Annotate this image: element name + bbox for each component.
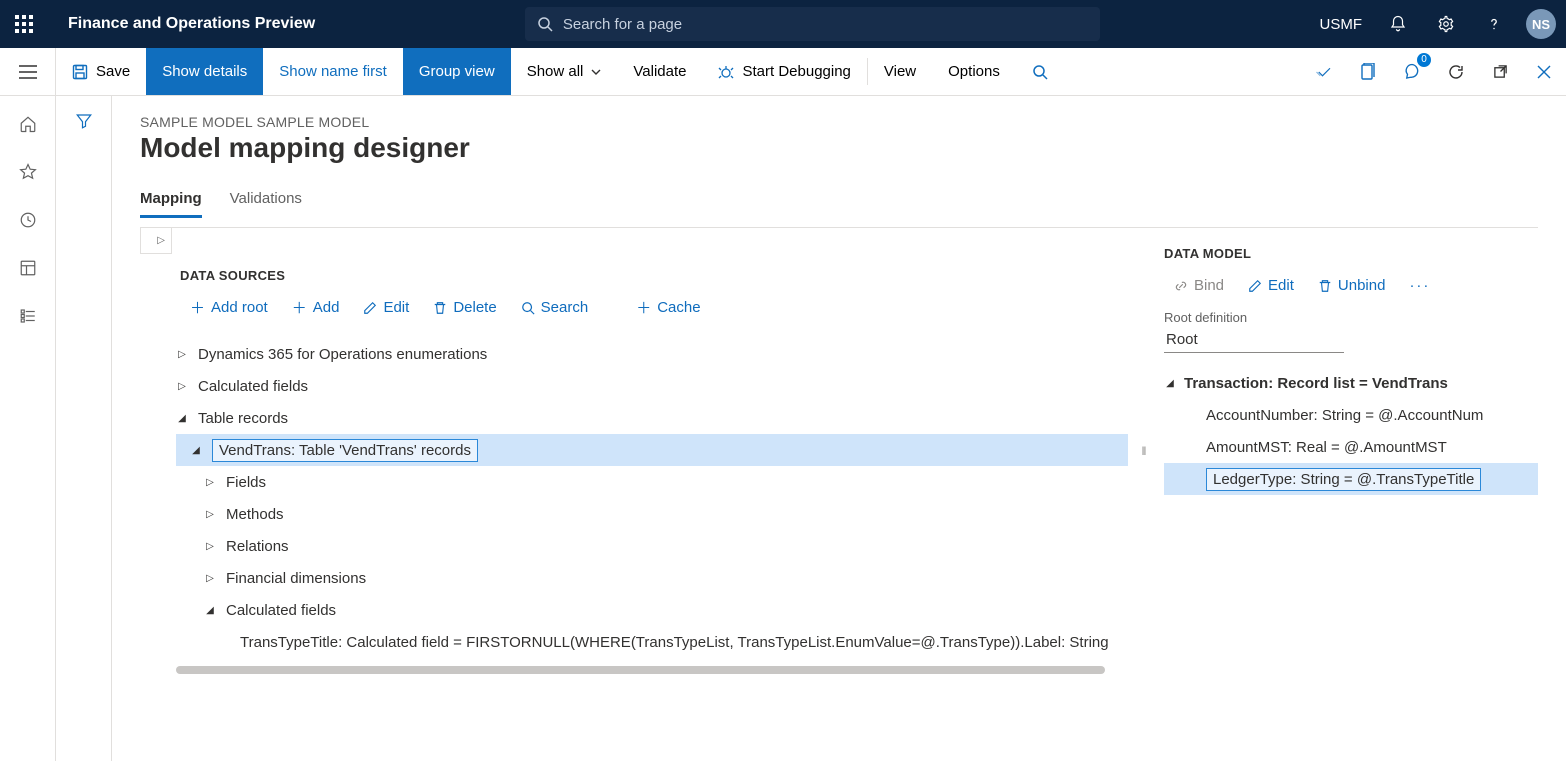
link-icon: [1174, 279, 1188, 293]
unbind-button[interactable]: Unbind: [1308, 271, 1396, 300]
root-definition-value[interactable]: Root: [1164, 327, 1344, 353]
pencil-icon: [363, 301, 377, 315]
show-all-dropdown[interactable]: Show all: [511, 48, 618, 95]
save-label: Save: [96, 63, 130, 80]
add-root-button[interactable]: ＋Add root: [180, 291, 278, 324]
pencil-icon: [1248, 279, 1262, 293]
filter-column: [56, 96, 112, 761]
command-bar: Save Show details Show name first Group …: [0, 48, 1566, 96]
tree-node-calculated-fields[interactable]: ▷Calculated fields: [176, 370, 1128, 402]
breadcrumb: SAMPLE MODEL SAMPLE MODEL: [140, 114, 1538, 130]
refresh-icon[interactable]: [1434, 48, 1478, 96]
close-icon[interactable]: [1522, 48, 1566, 96]
messages-badge: 0: [1417, 53, 1431, 67]
data-sources-header: DATA SOURCES: [180, 268, 1128, 283]
tree-node-transtypetitle[interactable]: ▷TransTypeTitle: Calculated field = FIRS…: [176, 626, 1128, 658]
main-content: SAMPLE MODEL SAMPLE MODEL Model mapping …: [112, 96, 1566, 761]
start-debugging-button[interactable]: Start Debugging: [702, 48, 866, 95]
plus-icon: ＋: [190, 297, 205, 318]
find-button[interactable]: [1016, 48, 1064, 95]
tab-validations[interactable]: Validations: [230, 190, 302, 218]
plus-icon: ＋: [292, 297, 307, 318]
trash-icon: [1318, 279, 1332, 293]
tree-node-fields[interactable]: ▷Fields: [176, 466, 1128, 498]
tree-node-table-records[interactable]: ◢Table records: [176, 402, 1128, 434]
hamburger-icon[interactable]: [0, 48, 56, 95]
plus-icon: ＋: [636, 297, 651, 318]
data-sources-panel: ▷ DATA SOURCES ＋Add root ＋Add Edit Delet…: [140, 228, 1140, 674]
dm-node-ledgertype[interactable]: LedgerType: String = @.TransTypeTitle: [1164, 463, 1538, 495]
tree-node-relations[interactable]: ▷Relations: [176, 530, 1128, 562]
debug-icon: [718, 64, 734, 80]
data-sources-tree: ▷Dynamics 365 for Operations enumeration…: [176, 338, 1128, 658]
tree-node-financial-dimensions[interactable]: ▷Financial dimensions: [176, 562, 1128, 594]
dm-edit-button[interactable]: Edit: [1238, 271, 1304, 300]
trash-icon: [433, 301, 447, 315]
tree-node-calculated-fields-child[interactable]: ◢Calculated fields: [176, 594, 1128, 626]
options-menu[interactable]: Options: [932, 48, 1016, 95]
validate-button[interactable]: Validate: [617, 48, 702, 95]
global-search[interactable]: [525, 7, 1100, 41]
data-sources-toolbar: ＋Add root ＋Add Edit Delete Search ＋Cache: [180, 291, 1128, 324]
popout-icon[interactable]: [1478, 48, 1522, 96]
app-header: Finance and Operations Preview USMF NS: [0, 0, 1566, 48]
data-model-header: DATA MODEL: [1164, 246, 1538, 261]
user-avatar[interactable]: NS: [1526, 9, 1556, 39]
dm-node-accountnumber[interactable]: AccountNumber: String = @.AccountNum: [1164, 399, 1538, 431]
start-debugging-label: Start Debugging: [742, 63, 850, 80]
add-button[interactable]: ＋Add: [282, 291, 350, 324]
home-icon[interactable]: [16, 112, 40, 136]
group-view-button[interactable]: Group view: [403, 48, 511, 95]
modules-icon[interactable]: [16, 304, 40, 328]
search-icon: [537, 16, 553, 32]
messages-icon[interactable]: 0: [1390, 48, 1434, 96]
delete-button[interactable]: Delete: [423, 293, 506, 322]
favorites-icon[interactable]: [16, 160, 40, 184]
tree-node-vendtrans[interactable]: ◢VendTrans: Table 'VendTrans' records: [176, 434, 1128, 466]
cache-button[interactable]: ＋Cache: [626, 291, 710, 324]
show-all-label: Show all: [527, 63, 584, 80]
dm-node-transaction[interactable]: ◢Transaction: Record list = VendTrans: [1164, 367, 1538, 399]
save-icon: [72, 64, 88, 80]
global-search-input[interactable]: [561, 15, 1088, 34]
recent-icon[interactable]: [16, 208, 40, 232]
workspaces-icon[interactable]: [16, 256, 40, 280]
data-model-toolbar: Bind Edit Unbind ···: [1164, 271, 1538, 300]
notifications-icon[interactable]: [1376, 0, 1420, 48]
help-icon[interactable]: [1472, 0, 1516, 48]
split-handle[interactable]: ‖: [1140, 228, 1148, 674]
show-name-first-button[interactable]: Show name first: [263, 48, 403, 95]
data-model-panel: DATA MODEL Bind Edit Unbind ··· Root def…: [1148, 228, 1538, 674]
app-launcher-icon[interactable]: [0, 0, 48, 48]
tab-mapping[interactable]: Mapping: [140, 190, 202, 218]
infolog-icon[interactable]: [1302, 48, 1346, 96]
company-code[interactable]: USMF: [1310, 16, 1373, 33]
search-icon: [1032, 64, 1048, 80]
page-title: Model mapping designer: [140, 132, 1538, 164]
gear-icon[interactable]: [1424, 0, 1468, 48]
edit-button[interactable]: Edit: [353, 293, 419, 322]
panel-expand-icon[interactable]: ▷: [140, 228, 172, 254]
dm-more-button[interactable]: ···: [1399, 271, 1440, 300]
root-definition-label: Root definition: [1164, 310, 1538, 325]
bind-button[interactable]: Bind: [1164, 271, 1234, 300]
filter-icon[interactable]: [75, 112, 93, 761]
app-title: Finance and Operations Preview: [48, 15, 315, 33]
tree-node-methods[interactable]: ▷Methods: [176, 498, 1128, 530]
tree-node-enumerations[interactable]: ▷Dynamics 365 for Operations enumeration…: [176, 338, 1128, 370]
search-icon: [521, 301, 535, 315]
chevron-down-icon: [591, 68, 601, 76]
page-tabs: Mapping Validations: [140, 190, 1538, 219]
save-button[interactable]: Save: [56, 48, 146, 95]
show-details-button[interactable]: Show details: [146, 48, 263, 95]
nav-rail: [0, 96, 56, 761]
search-button[interactable]: Search: [511, 293, 599, 322]
data-model-tree: ◢Transaction: Record list = VendTrans Ac…: [1164, 367, 1538, 495]
horizontal-scrollbar[interactable]: [176, 666, 1105, 674]
attachments-icon[interactable]: [1346, 48, 1390, 96]
view-menu[interactable]: View: [868, 48, 932, 95]
dm-node-amountmst[interactable]: AmountMST: Real = @.AmountMST: [1164, 431, 1538, 463]
